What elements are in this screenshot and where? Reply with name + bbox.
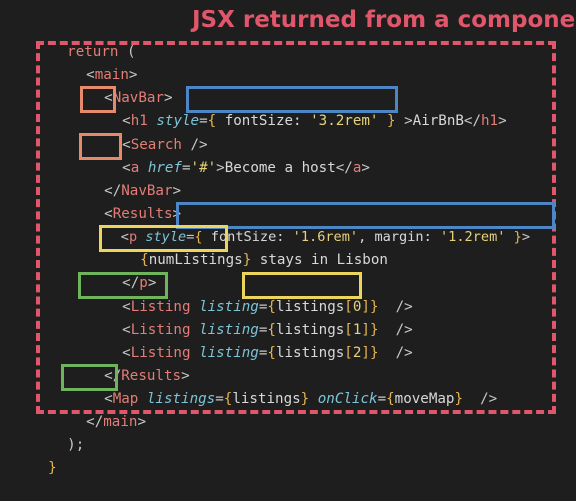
- code-line-search: <Search />: [122, 137, 208, 153]
- code-line-main-close: </main>: [86, 414, 146, 430]
- code-line-listing-2: <Listing listing={listings[2]} />: [122, 345, 413, 361]
- code-line-results-open: <Results>: [104, 206, 182, 222]
- code-line-paren-close: );: [67, 437, 85, 453]
- code-line-map: <Map listings={listings} onClick={moveMa…: [104, 391, 498, 407]
- code-editor: JSX returned from a component return ( <…: [0, 0, 576, 476]
- caption-title: JSX returned from a component: [192, 7, 576, 33]
- code-line-navbar-open: <NavBar>: [104, 90, 173, 106]
- code-line-brace-close: }: [48, 460, 57, 476]
- code-line-h1: <h1 style={ fontSize: '3.2rem' } >AirBnB…: [122, 113, 507, 129]
- code-line-main-open: <main>: [86, 67, 138, 83]
- code-line-num-listings: {numListings} stays in Lisbon: [140, 252, 388, 268]
- code-line-return: return (: [67, 44, 136, 60]
- code-line-listing-0: <Listing listing={listings[0]} />: [122, 299, 413, 315]
- code-line-p: <p style={ fontSize: '1.6rem', margin: '…: [120, 229, 531, 245]
- code-line-results-close: </Results>: [104, 368, 190, 384]
- code-line-listing-1: <Listing listing={listings[1]} />: [122, 322, 413, 338]
- code-line-anchor: <a href='#'>Become a host</a>: [122, 160, 370, 176]
- code-line-navbar-close: </NavBar>: [104, 183, 182, 199]
- code-line-p-close: </p>: [122, 275, 157, 291]
